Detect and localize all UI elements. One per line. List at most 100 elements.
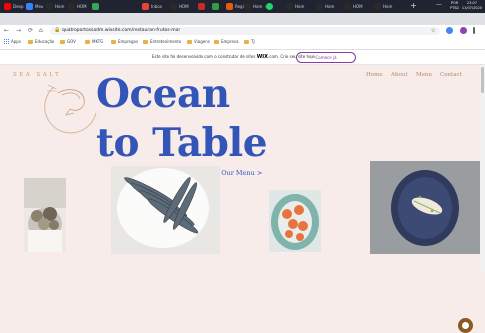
url-text: quatroportossadm.wixsite.com/restauran-f… bbox=[62, 28, 181, 33]
menu-home[interactable]: Home bbox=[366, 72, 383, 78]
menu-about[interactable]: About bbox=[391, 72, 408, 78]
folder-icon bbox=[111, 39, 116, 44]
gmail-icon bbox=[142, 3, 149, 10]
tab-11[interactable] bbox=[266, 1, 275, 12]
hero-headline-line1: Ocean bbox=[96, 71, 230, 117]
extension-icon[interactable] bbox=[446, 27, 453, 34]
tab-label: Hom bbox=[295, 4, 305, 9]
folder-icon bbox=[143, 39, 148, 44]
site-icon bbox=[26, 3, 33, 10]
address-bar[interactable]: 🔒 quatroportossadm.wixsite.com/restauran… bbox=[50, 27, 440, 35]
tab-13[interactable]: Hom bbox=[316, 1, 334, 12]
tab-label: Hom bbox=[383, 4, 393, 9]
bookmark-label: Viagens bbox=[194, 39, 210, 44]
tab-12[interactable]: Hom bbox=[286, 1, 304, 12]
app-icon bbox=[198, 3, 205, 10]
bookmark-folder[interactable]: GOV bbox=[60, 39, 76, 44]
chat-button[interactable] bbox=[458, 318, 473, 333]
tab-15[interactable]: Hom bbox=[374, 1, 392, 12]
tab-5[interactable]: Inbox bbox=[142, 1, 162, 12]
tab-10[interactable]: Hom× bbox=[244, 1, 268, 12]
wix-icon bbox=[374, 3, 381, 10]
more-menu-icon[interactable] bbox=[473, 27, 475, 34]
back-button[interactable]: ← bbox=[4, 27, 9, 34]
tab-label: Meu bbox=[35, 4, 44, 9]
folder-icon bbox=[28, 39, 33, 44]
wix-icon bbox=[244, 3, 251, 10]
forward-button[interactable]: → bbox=[16, 27, 21, 34]
tab-label: Deep bbox=[13, 4, 24, 9]
tab-14[interactable]: HOM bbox=[344, 1, 363, 12]
scrollbar[interactable] bbox=[480, 65, 485, 273]
home-button[interactable]: ⌂ bbox=[39, 27, 43, 34]
tab-label: Hom bbox=[253, 4, 263, 9]
wix-icon bbox=[46, 3, 53, 10]
bookmark-label: Entretenimento bbox=[150, 39, 182, 44]
hero-headline-line2: to Table bbox=[96, 120, 268, 166]
banner-text-before: Este site foi desenvolvido com o constru… bbox=[152, 54, 256, 59]
wix-logo[interactable]: WIX bbox=[257, 54, 268, 60]
wix-icon bbox=[68, 3, 75, 10]
language-indicator[interactable]: POR PTB2 bbox=[450, 1, 459, 11]
sardines-plate-image bbox=[111, 166, 220, 254]
tab-6[interactable]: HOM bbox=[170, 1, 189, 12]
wix-icon bbox=[170, 3, 177, 10]
bookmark-folder[interactable]: Entretenimento bbox=[143, 39, 181, 44]
app-icon bbox=[226, 3, 233, 10]
wix-icon bbox=[286, 3, 293, 10]
folder-icon bbox=[244, 39, 249, 44]
whatsapp-icon bbox=[266, 3, 273, 10]
lock-icon: 🔒 bbox=[54, 27, 61, 33]
bookmark-label: Empresa bbox=[221, 39, 239, 44]
scrollbar-thumb[interactable] bbox=[481, 67, 484, 93]
tab-label: Hom bbox=[55, 4, 65, 9]
minimize-button[interactable]: — bbox=[436, 1, 442, 8]
bookmark-label: TJ bbox=[251, 39, 255, 44]
tab-label: Inbox bbox=[151, 4, 162, 9]
wix-icon bbox=[316, 3, 323, 10]
taskbar: Deep× Meu Hom HOM Inbox HOM Regio Hom× H… bbox=[0, 0, 485, 13]
folder-icon bbox=[187, 39, 192, 44]
start-now-button[interactable]: Comece já bbox=[296, 52, 356, 63]
chat-bubble-icon bbox=[462, 322, 469, 329]
new-tab-button[interactable]: + bbox=[410, 1, 417, 11]
bookmark-folder[interactable]: Educação bbox=[28, 39, 54, 44]
reload-button[interactable]: ⟳ bbox=[28, 27, 33, 34]
bookmark-star-icon[interactable]: ☆ bbox=[431, 27, 436, 34]
menu-menu[interactable]: Menu bbox=[416, 72, 432, 78]
tab-4[interactable] bbox=[92, 1, 101, 12]
clock-date: 11/07/2020 bbox=[461, 6, 482, 10]
bookmark-label: GOV bbox=[67, 39, 76, 44]
tab-7[interactable] bbox=[198, 1, 207, 12]
profile-avatar[interactable] bbox=[460, 27, 467, 34]
bookmark-folder[interactable]: TJ bbox=[244, 39, 255, 44]
app-icon bbox=[212, 3, 219, 10]
folder-icon bbox=[60, 39, 65, 44]
tab-2[interactable]: Hom bbox=[46, 1, 64, 12]
clams-bowl-image bbox=[24, 178, 66, 252]
keyboard-layout: PTB2 bbox=[450, 6, 459, 10]
tab-8[interactable] bbox=[212, 1, 221, 12]
shrimp-plate-image bbox=[269, 190, 321, 252]
tab-label: HOM bbox=[353, 4, 363, 9]
shrimp-illustration bbox=[44, 84, 97, 134]
tab-3[interactable]: HOM bbox=[68, 1, 87, 12]
bookmarks-bar: Apps Educação GOV MKTG Empregos Entreten… bbox=[0, 37, 485, 50]
bookmark-folder[interactable]: Viagens bbox=[187, 39, 210, 44]
folder-icon bbox=[214, 39, 219, 44]
tab-1[interactable]: Meu bbox=[26, 1, 43, 12]
bookmark-folder[interactable]: Empresa bbox=[214, 39, 239, 44]
bookmark-folder[interactable]: Empregos bbox=[111, 39, 138, 44]
tab-strip bbox=[0, 13, 485, 25]
bookmark-apps[interactable]: Apps bbox=[4, 39, 21, 44]
bookmark-label: Empregos bbox=[118, 39, 139, 44]
tab-label: Hom bbox=[325, 4, 335, 9]
bookmark-folder[interactable]: MKTG bbox=[85, 39, 103, 44]
browser-toolbar: ← → ⟳ ⌂ 🔒 quatroportossadm.wixsite.com/r… bbox=[0, 25, 485, 37]
wix-banner-text: Este site foi desenvolvido com o constru… bbox=[152, 54, 316, 60]
site-logo[interactable]: SEA SALT bbox=[13, 72, 61, 78]
clock[interactable]: 23:07 11/07/2020 bbox=[462, 1, 482, 11]
menu-contact[interactable]: Contact bbox=[440, 72, 462, 78]
site-page: SEA SALT Home About Menu Contact Ocean t… bbox=[0, 65, 480, 333]
wix-banner: Este site foi desenvolvido com o constru… bbox=[0, 50, 485, 65]
